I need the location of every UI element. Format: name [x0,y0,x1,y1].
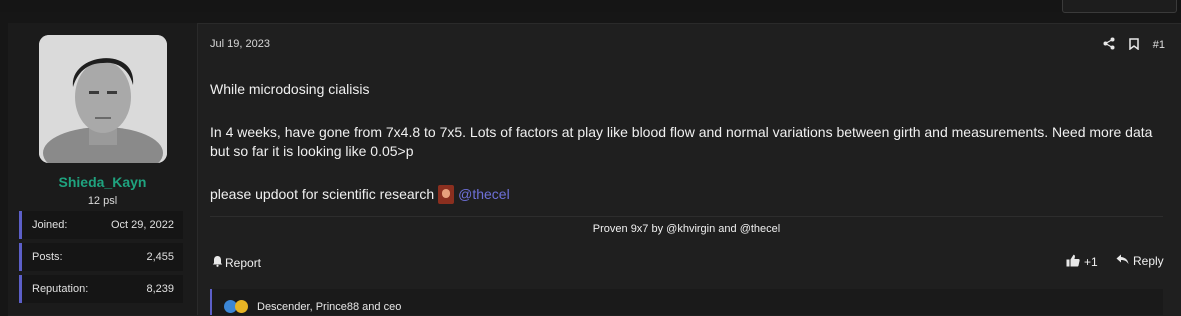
user-title: 12 psl [87,195,118,207]
post-line: please updoot for scientific research [210,186,435,202]
post-line: While microdosing cialisis [210,81,370,97]
reply-arrow-icon [1116,254,1129,268]
user-mention-link[interactable]: @thecel [458,185,510,204]
like-count: +1 [1084,255,1098,269]
stat-value: 2,455 [146,251,174,263]
stat-label: Joined: [32,219,68,231]
report-button[interactable]: Report [212,255,261,270]
reply-label: Reply [1133,254,1164,268]
stat-label: Reputation: [32,283,89,295]
stat-posts: Posts: 2,455 [19,243,183,271]
reaction-users[interactable]: Descender, Prince88 and ceo [257,301,401,313]
stat-value: 8,239 [146,283,174,295]
post-line-mention: please updoot for scientific research @t… [210,185,510,204]
reaction-icons [224,300,248,313]
signature-divider [210,216,1163,217]
post-paragraph: In 4 weeks, have gone from 7x4.8 to 7x5.… [210,124,1153,159]
stat-label: Posts: [32,251,63,263]
bell-icon [212,255,223,270]
share-icon[interactable] [1103,37,1115,53]
reply-button[interactable]: Reply [1116,254,1164,268]
post-date[interactable]: Jul 19, 2023 [210,38,270,50]
thumbs-up-icon [1066,254,1080,270]
stat-joined: Joined: Oct 29, 2022 [19,211,183,239]
stat-reputation: Reputation: 8,239 [19,275,183,303]
report-label: Report [225,255,262,270]
stat-value: Oct 29, 2022 [111,219,174,231]
signature: Proven 9x7 by @khvirgin and @thecel [592,223,781,235]
post-number[interactable]: #1 [1153,39,1165,51]
username[interactable]: Shieda_Kayn [8,174,197,190]
top-action-button[interactable] [1062,0,1177,13]
avatar[interactable] [39,35,167,163]
bookmark-icon[interactable] [1129,37,1139,53]
emoji-icon [438,185,455,204]
top-bar [0,0,1181,13]
post-header-actions: #1 [1103,37,1165,53]
like-button[interactable]: +1 [1066,254,1098,270]
reactions-bar[interactable]: Descender, Prince88 and ceo [210,289,1163,315]
haha-reaction-icon [235,300,248,313]
